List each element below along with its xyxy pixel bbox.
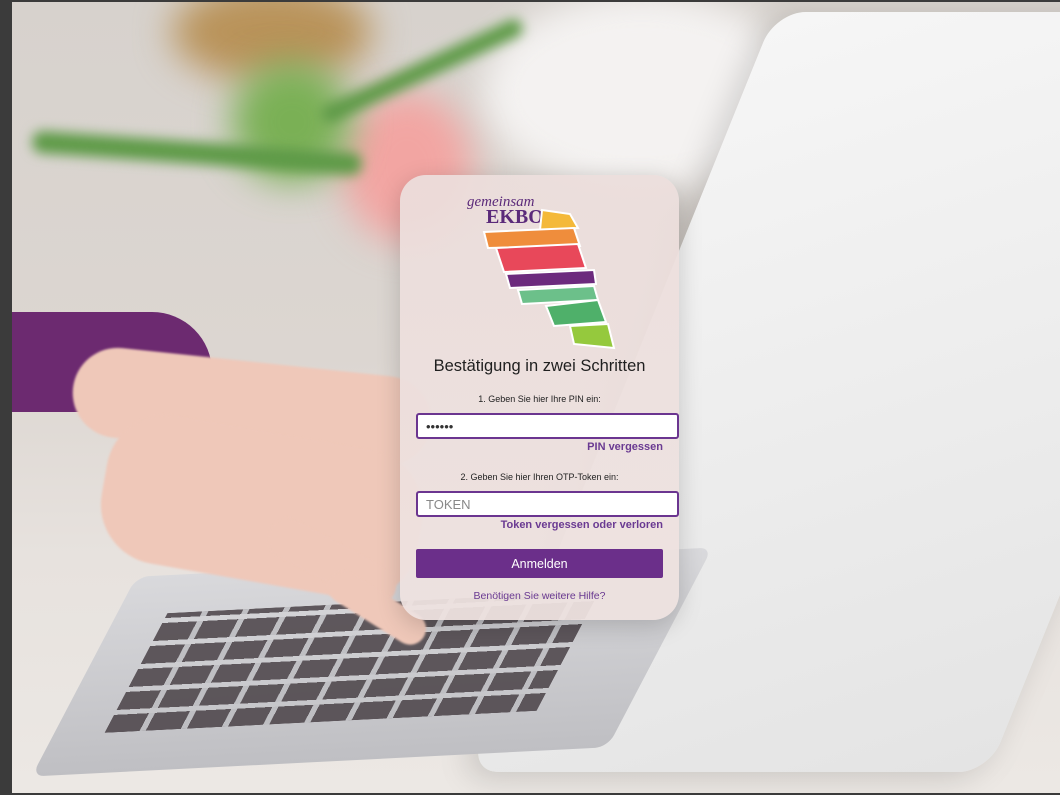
page-title: Bestätigung in zwei Schritten [433, 357, 646, 375]
token-forgot-link[interactable]: Token vergessen oder verloren [501, 519, 663, 531]
pin-label: 1. Geben Sie hier Ihre PIN ein: [478, 394, 601, 404]
token-field[interactable] [416, 491, 679, 517]
svg-text:EKBO: EKBO [486, 206, 544, 228]
login-button[interactable]: Anmelden [416, 549, 663, 578]
pin-field[interactable] [416, 413, 679, 439]
help-link[interactable]: Benötigen Sie weitere Hilfe? [400, 590, 679, 602]
pin-forgot-link[interactable]: PIN vergessen [587, 441, 663, 453]
token-label: 2. Geben Sie hier Ihren OTP-Token ein: [460, 472, 619, 482]
gemeinsam-ekbo-logo: gemeinsam EKBO [467, 194, 616, 350]
